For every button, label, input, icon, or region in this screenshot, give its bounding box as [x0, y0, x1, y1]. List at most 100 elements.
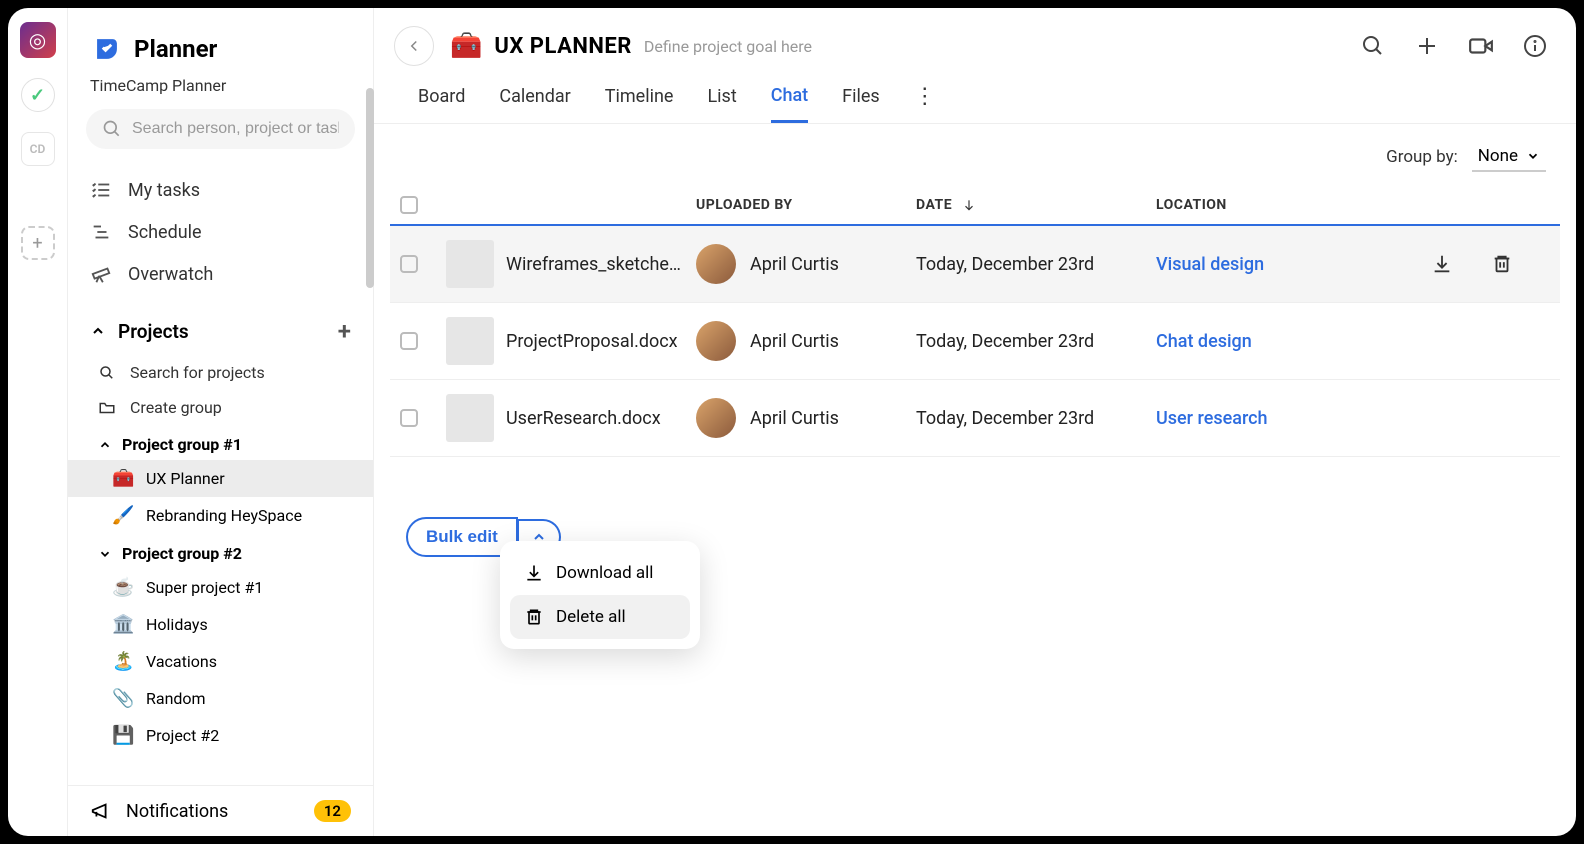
sidebar-search-input[interactable]	[132, 120, 339, 138]
table-row[interactable]: Wireframes_sketche… April Curtis Today, …	[390, 226, 1560, 303]
header-video-button[interactable]	[1468, 33, 1494, 59]
trash-icon	[1491, 253, 1513, 275]
tab-files[interactable]: Files	[842, 86, 880, 121]
tab-calendar[interactable]: Calendar	[499, 86, 570, 121]
chevron-left-icon	[405, 37, 423, 55]
tab-chat[interactable]: Chat	[771, 85, 808, 123]
telescope-icon	[90, 263, 112, 285]
trash-icon	[524, 607, 544, 627]
projects-header[interactable]: Projects +	[68, 301, 373, 355]
app-icon-check[interactable]: ✓	[21, 78, 55, 112]
groupby-label: Group by:	[1386, 147, 1458, 167]
download-button[interactable]	[1430, 252, 1454, 276]
create-group-label: Create group	[130, 398, 222, 417]
project-vacations[interactable]: 🏝️ Vacations	[68, 643, 373, 680]
table-row[interactable]: UserResearch.docx April Curtis Today, De…	[390, 380, 1560, 457]
file-thumbnail	[446, 240, 494, 288]
menu-delete-all[interactable]: Delete all	[510, 595, 690, 639]
nav-schedule[interactable]: Schedule	[68, 211, 373, 253]
avatar	[696, 321, 736, 361]
building-icon: 🏛️	[112, 614, 134, 635]
main: 🧰 UX PLANNER Define project goal here Bo…	[374, 8, 1576, 836]
tab-timeline[interactable]: Timeline	[605, 86, 674, 121]
add-project-button[interactable]: +	[338, 317, 351, 345]
bulk-edit-menu: Download all Delete all	[500, 541, 700, 649]
group-1-name: Project group #1	[122, 435, 242, 454]
nav-my-tasks[interactable]: My tasks	[68, 169, 373, 211]
view-tabs: Board Calendar Timeline List Chat Files …	[374, 70, 1576, 124]
project-goal-placeholder[interactable]: Define project goal here	[644, 37, 812, 56]
brand-subtitle: TimeCamp Planner	[68, 76, 373, 109]
chevron-up-icon	[98, 438, 112, 452]
col-date[interactable]: DATE	[916, 197, 1156, 213]
avatar	[696, 398, 736, 438]
col-uploaded-by[interactable]: UPLOADED BY	[696, 197, 916, 213]
plus-icon	[1415, 34, 1439, 58]
select-all-checkbox[interactable]	[400, 196, 418, 214]
uploader-name: April Curtis	[750, 331, 839, 352]
search-icon	[1361, 34, 1385, 58]
add-workspace-button[interactable]: +	[21, 226, 55, 260]
menu-download-all-label: Download all	[556, 563, 653, 583]
chevron-up-icon	[90, 323, 106, 339]
create-group[interactable]: Create group	[68, 390, 373, 425]
table-row[interactable]: ProjectProposal.docx April Curtis Today,…	[390, 303, 1560, 380]
nav-schedule-label: Schedule	[128, 222, 202, 243]
brush-icon: 🖌️	[112, 505, 134, 526]
delete-button[interactable]	[1490, 252, 1514, 276]
file-location-link[interactable]: Chat design	[1156, 331, 1430, 352]
row-checkbox[interactable]	[400, 255, 418, 273]
nav-overwatch[interactable]: Overwatch	[68, 253, 373, 295]
app-icon-target[interactable]: ◎	[20, 22, 56, 58]
project-random[interactable]: 📎 Random	[68, 680, 373, 717]
tab-board[interactable]: Board	[418, 86, 465, 121]
file-name: ProjectProposal.docx	[506, 331, 696, 352]
files-table: UPLOADED BY DATE LOCATION Wireframes_ske…	[374, 186, 1576, 457]
search-icon	[102, 119, 122, 139]
file-date: Today, December 23rd	[916, 254, 1156, 275]
sidebar-search[interactable]	[86, 109, 355, 149]
group-1-header[interactable]: Project group #1	[68, 425, 373, 460]
notifications[interactable]: Notifications 12	[68, 786, 373, 836]
paperclip-icon: 📎	[112, 688, 134, 709]
row-checkbox[interactable]	[400, 332, 418, 350]
project-rebranding[interactable]: 🖌️ Rebranding HeySpace	[68, 497, 373, 534]
header-info-button[interactable]	[1522, 33, 1548, 59]
sidebar-scrollbar[interactable]	[366, 88, 374, 288]
col-location[interactable]: LOCATION	[1156, 197, 1430, 213]
search-projects-label: Search for projects	[130, 363, 265, 382]
back-button[interactable]	[394, 26, 434, 66]
project-ux-planner[interactable]: 🧰 UX Planner	[68, 460, 373, 497]
project-header: 🧰 UX PLANNER Define project goal here	[374, 8, 1576, 66]
search-projects[interactable]: Search for projects	[68, 355, 373, 390]
project-icon: 🧰	[450, 31, 482, 61]
project-super[interactable]: ☕ Super project #1	[68, 569, 373, 606]
project-label: Vacations	[146, 652, 217, 671]
tab-more-button[interactable]: ⋮	[914, 84, 936, 123]
file-location-link[interactable]: User research	[1156, 408, 1430, 429]
notifications-label: Notifications	[126, 801, 228, 822]
project-label: Holidays	[146, 615, 208, 634]
app-rail: ◎ ✓ CD +	[8, 8, 68, 836]
app-icon-cd[interactable]: CD	[21, 132, 55, 166]
disk-icon: 💾	[112, 725, 134, 746]
download-icon	[524, 563, 544, 583]
groupby-select[interactable]: None	[1472, 142, 1546, 172]
project-label: UX Planner	[146, 469, 225, 488]
project-2[interactable]: 💾 Project #2	[68, 717, 373, 754]
group-2-header[interactable]: Project group #2	[68, 534, 373, 569]
menu-download-all[interactable]: Download all	[510, 551, 690, 595]
header-add-button[interactable]	[1414, 33, 1440, 59]
header-search-button[interactable]	[1360, 33, 1386, 59]
file-thumbnail	[446, 394, 494, 442]
video-icon	[1468, 33, 1494, 59]
file-date: Today, December 23rd	[916, 408, 1156, 429]
planner-logo-icon	[90, 32, 124, 66]
row-checkbox[interactable]	[400, 409, 418, 427]
download-icon	[1431, 253, 1453, 275]
file-location-link[interactable]: Visual design	[1156, 254, 1430, 275]
project-label: Super project #1	[146, 578, 263, 597]
chevron-down-icon	[98, 547, 112, 561]
tab-list[interactable]: List	[707, 86, 736, 121]
project-holidays[interactable]: 🏛️ Holidays	[68, 606, 373, 643]
